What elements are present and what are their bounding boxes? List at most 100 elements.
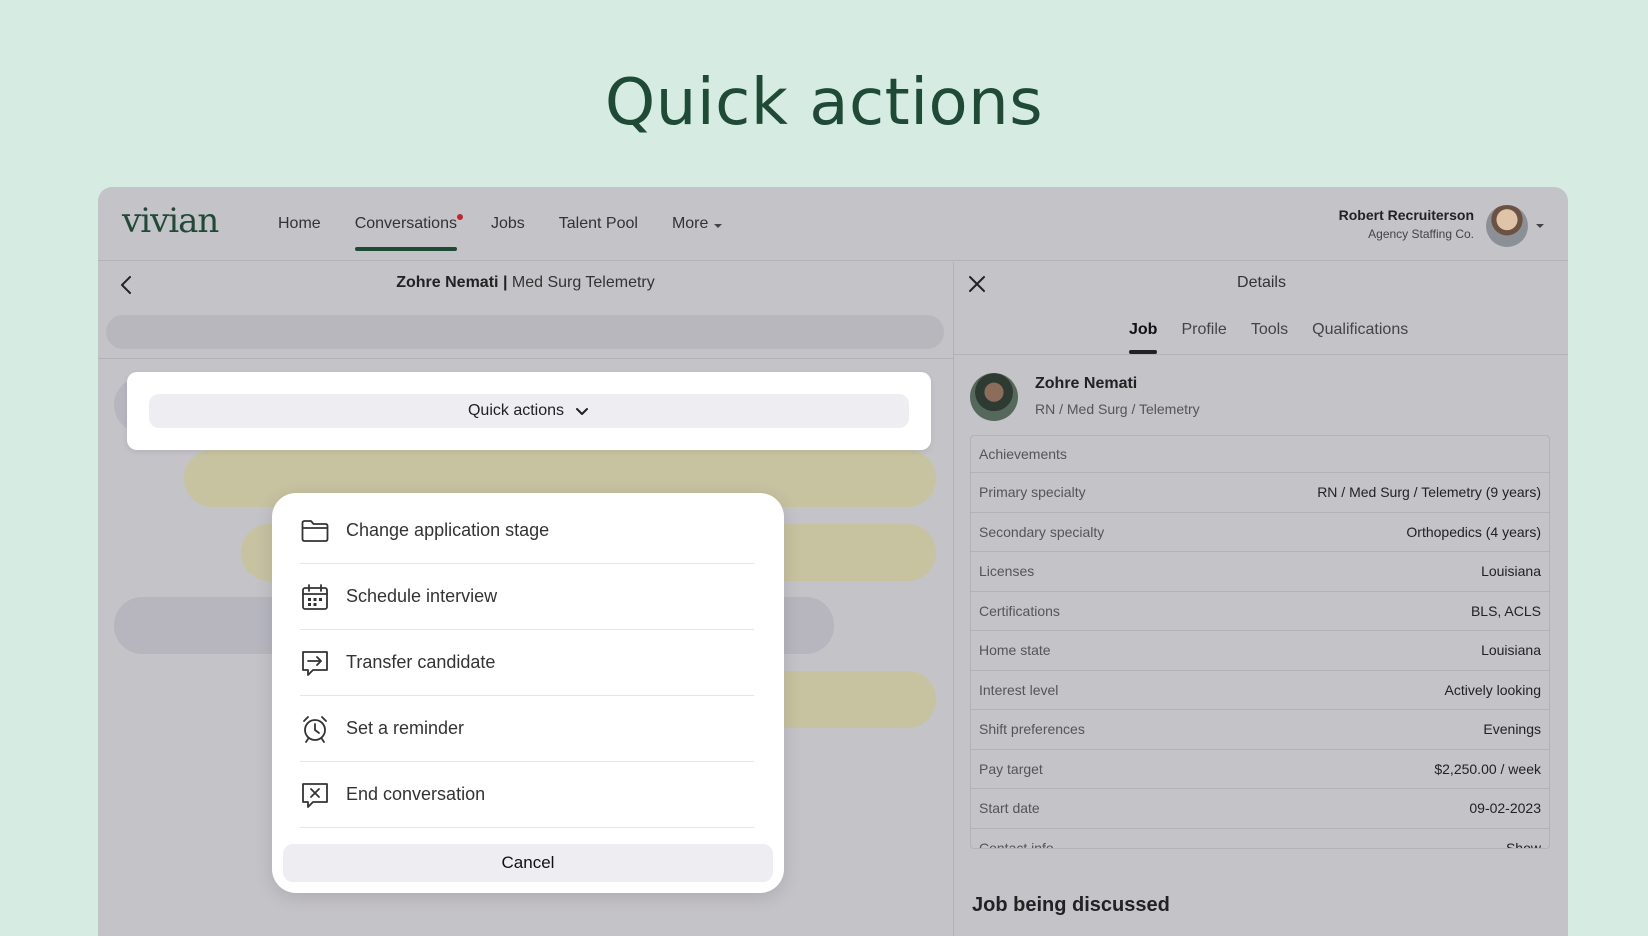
candidate-name: Zohre Nemati	[1035, 375, 1138, 392]
action-label: End conversation	[346, 784, 486, 804]
nav-talent-pool-label: Talent Pool	[558, 215, 638, 232]
row-key: Certifications	[979, 602, 1060, 619]
chevron-down-icon	[576, 408, 589, 415]
nav-more[interactable]: More	[655, 187, 739, 261]
conversation-candidate-name: Zohre Nemati	[396, 274, 499, 291]
calendar-icon	[300, 582, 330, 612]
action-set-reminder[interactable]: Set a reminder	[300, 696, 754, 762]
row-key: Start date	[979, 800, 1040, 817]
details-tabs: Job Profile Tools Qualifications	[1117, 306, 1420, 354]
user-info[interactable]: Robert Recruiterson Agency Staffing Co.	[1339, 207, 1474, 241]
vivian-logo[interactable]: vivian	[122, 201, 219, 241]
action-end-conversation[interactable]: End conversation	[300, 762, 754, 828]
divider	[98, 358, 953, 359]
candidate-avatar	[970, 373, 1018, 421]
caret-down-icon	[714, 224, 723, 228]
action-label: Change application stage	[346, 520, 550, 540]
row-key: Interest level	[979, 681, 1059, 698]
user-name: Robert Recruiterson	[1338, 207, 1474, 223]
action-label: Set a reminder	[346, 718, 465, 738]
top-nav: vivian Home Conversations Jobs Talent Po…	[98, 187, 1568, 261]
action-transfer-candidate[interactable]: Transfer candidate	[300, 630, 754, 696]
table-header-label: Achievements	[979, 446, 1067, 462]
action-label: Transfer candidate	[346, 652, 496, 672]
nav-talent-pool[interactable]: Talent Pool	[542, 187, 655, 261]
row-value: $2,250.00 / week	[1434, 760, 1541, 777]
nav-home[interactable]: Home	[261, 187, 338, 261]
table-header: Achievements	[971, 436, 1549, 473]
folder-icon	[300, 516, 330, 546]
table-row: Start date 09-02-2023	[971, 789, 1549, 829]
table-row: Secondary specialty Orthopedics (4 years)	[971, 513, 1549, 552]
tab-job-label: Job	[1129, 321, 1158, 338]
row-value: Louisiana	[1481, 642, 1541, 659]
nav-conversations[interactable]: Conversations	[338, 187, 474, 261]
nav-jobs[interactable]: Jobs	[474, 187, 542, 261]
notification-dot	[456, 214, 463, 220]
quick-actions-menu: Change application stage Schedule interv…	[272, 493, 784, 893]
tab-qualifications-label: Qualifications	[1312, 321, 1409, 338]
cancel-button[interactable]: Cancel	[283, 844, 773, 882]
row-value: 09-02-2023	[1469, 800, 1541, 817]
user-avatar[interactable]	[1486, 205, 1528, 247]
action-change-application-stage[interactable]: Change application stage	[300, 498, 754, 564]
table-row: Shift preferences Evenings	[971, 710, 1549, 750]
row-key: Contact info	[979, 839, 1054, 849]
user-company: Agency Staffing Co.	[1368, 227, 1474, 241]
row-value: Actively looking	[1444, 681, 1542, 698]
table-row: Home state Louisiana	[971, 631, 1549, 671]
details-table: Achievements Primary specialty RN / Med S…	[970, 435, 1550, 849]
tab-profile-label: Profile	[1181, 321, 1227, 338]
conversation-separator: |	[502, 274, 508, 291]
dimmed-toolbar	[106, 315, 944, 349]
row-key: Pay target	[979, 760, 1043, 777]
user-menu-caret-icon[interactable]	[1536, 224, 1544, 228]
quick-actions-card: Quick actions	[127, 372, 931, 450]
quick-actions-label: Quick actions	[467, 402, 565, 419]
nav-items: Home Conversations Jobs Talent Pool More	[261, 187, 739, 261]
hero-title: Quick actions	[604, 66, 1044, 140]
details-title: Details	[1237, 274, 1286, 291]
table-row: Primary specialty RN / Med Surg / Telemet…	[971, 473, 1549, 513]
table-row: Pay target $2,250.00 / week	[971, 750, 1549, 789]
action-label: Schedule interview	[346, 586, 498, 606]
row-key: Shift preferences	[979, 721, 1085, 738]
tab-job[interactable]: Job	[1117, 306, 1169, 354]
conversation-job: Med Surg Telemetry	[511, 274, 655, 291]
table-row: Certifications BLS, ACLS	[971, 592, 1549, 631]
row-key: Primary specialty	[979, 484, 1086, 501]
tab-qualifications[interactable]: Qualifications	[1300, 306, 1420, 354]
tab-tools[interactable]: Tools	[1239, 306, 1300, 354]
details-pane: Details Job Profile Tools Qualifications…	[953, 262, 1568, 936]
section-title: Job being discussed	[972, 894, 1170, 916]
row-value: Louisiana	[1481, 563, 1541, 580]
conversation-title: Zohre Nemati | Med Surg Telemetry	[98, 274, 953, 292]
transfer-icon	[300, 648, 330, 678]
quick-actions-button[interactable]: Quick actions	[149, 394, 909, 428]
nav-home-label: Home	[278, 215, 321, 232]
app-window: vivian Home Conversations Jobs Talent Po…	[98, 187, 1568, 936]
tab-tools-label: Tools	[1250, 321, 1289, 338]
nav-conversations-label: Conversations	[354, 215, 457, 232]
conversation-pane: Zohre Nemati | Med Surg Telemetry Quick …	[98, 262, 953, 936]
divider	[954, 354, 1568, 355]
end-chat-icon	[300, 780, 330, 810]
table-row: Licenses Louisiana	[971, 552, 1549, 592]
action-schedule-interview[interactable]: Schedule interview	[300, 564, 754, 630]
row-value: RN / Med Surg / Telemetry (9 years)	[1317, 484, 1541, 501]
tab-profile[interactable]: Profile	[1169, 306, 1238, 354]
nav-jobs-label: Jobs	[490, 215, 525, 232]
row-key: Licenses	[979, 563, 1035, 580]
message-bubble	[758, 671, 936, 728]
row-value: Evenings	[1483, 721, 1541, 738]
table-row: Contact info Show	[971, 829, 1549, 849]
row-key: Secondary specialty	[979, 523, 1105, 540]
nav-more-label: More	[671, 215, 709, 232]
row-value: Orthopedics (4 years)	[1406, 523, 1541, 540]
alarm-clock-icon	[300, 714, 330, 744]
candidate-role: RN / Med Surg / Telemetry	[1035, 401, 1200, 417]
row-key: Home state	[979, 642, 1051, 659]
row-value: BLS, ACLS	[1470, 602, 1541, 619]
show-contact-info-link[interactable]: Show	[1506, 840, 1541, 848]
table-row: Interest level Actively looking	[971, 671, 1549, 710]
